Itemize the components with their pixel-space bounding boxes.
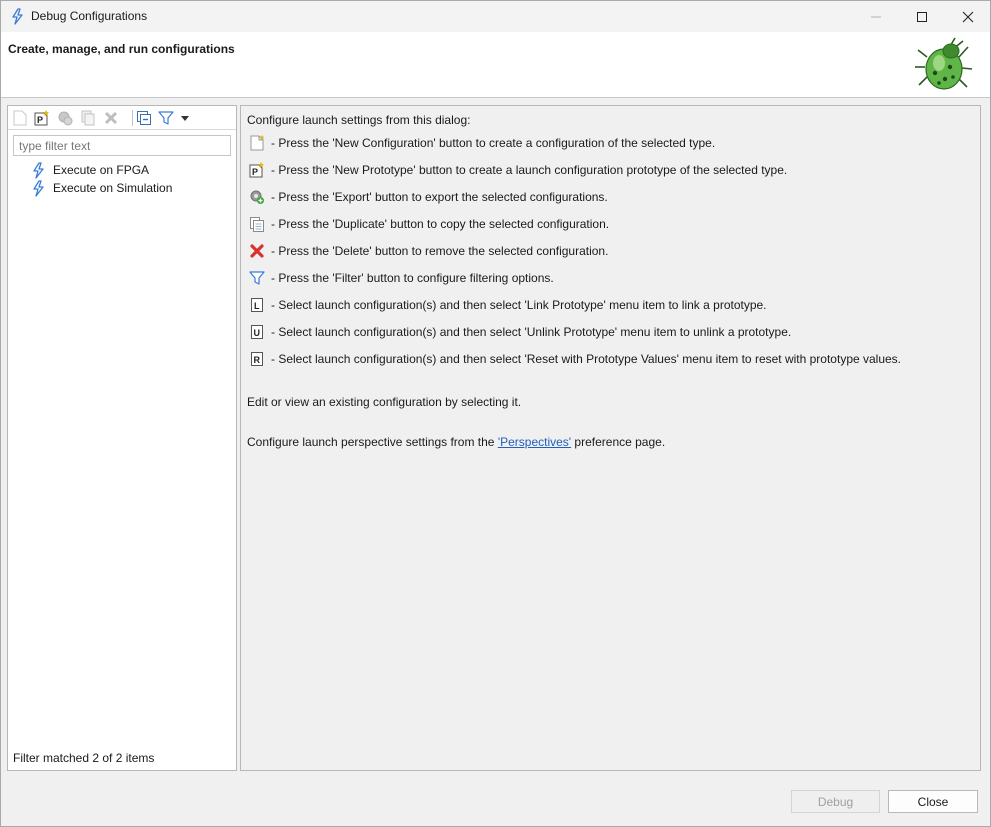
svg-text:P: P [252,167,258,177]
duplicate-icon [81,110,95,126]
maximize-icon [917,11,927,22]
configuration-tree-pane: P Execute on FPGA [7,105,237,771]
banner-title: Create, manage, and run configurations [8,42,235,56]
launch-config-icon [33,179,44,197]
filter-icon [158,111,174,125]
new-configuration-button[interactable] [11,109,29,127]
help-row-new-configuration: - Press the 'New Configuration' button t… [249,134,715,152]
edit-hint-text: Edit or view an existing configuration b… [247,395,522,409]
perspective-prefix: Configure launch perspective settings fr… [247,435,498,449]
help-text: - Press the 'Duplicate' button to copy t… [271,217,610,231]
help-text: - Select launch configuration(s) and the… [271,352,902,366]
unlink-prototype-icon: U [249,324,265,340]
help-text: - Select launch configuration(s) and the… [271,325,792,339]
help-text: - Press the 'Delete' button to remove th… [271,244,609,258]
svg-text:P: P [37,115,43,125]
help-row-export: - Press the 'Export' button to export th… [249,188,608,206]
help-row-delete: - Press the 'Delete' button to remove th… [249,242,608,260]
title-bar: Debug Configurations [1,1,990,32]
help-row-duplicate: - Press the 'Duplicate' button to copy t… [249,215,609,233]
new-prototype-icon: P [34,110,49,126]
svg-text:U: U [254,328,261,338]
dialog-banner: Create, manage, and run configurations [1,32,990,98]
svg-text:L: L [254,301,260,311]
delete-icon [104,111,118,125]
maximize-button[interactable] [899,1,945,32]
export-icon [58,111,73,126]
export-icon [249,189,265,205]
collapse-all-button[interactable] [135,109,153,127]
perspectives-link[interactable]: 'Perspectives' [498,435,571,449]
help-row-link-prototype: L - Select launch configuration(s) and t… [249,296,767,314]
window-title: Debug Configurations [31,9,148,23]
config-toolbar: P [8,106,236,130]
close-button[interactable]: Close [888,790,978,813]
help-content-pane: Configure launch settings from this dial… [240,105,981,771]
tree-item-label: Execute on FPGA [53,163,150,177]
help-row-unlink-prototype: U - Select launch configuration(s) and t… [249,323,791,341]
export-button[interactable] [56,109,74,127]
filter-button[interactable] [157,109,175,127]
delete-button[interactable] [102,109,120,127]
toolbar-separator [132,110,133,126]
help-text: - Press the 'New Prototype' button to cr… [271,163,788,177]
tree-item-label: Execute on Simulation [53,181,173,195]
help-text: - Press the 'Filter' button to configure… [271,271,554,285]
reset-prototype-icon: R [249,351,265,367]
debug-configurations-window: Debug Configurations Create, manage, and… [0,0,991,827]
close-icon [962,11,974,22]
duplicate-icon [249,216,265,232]
help-row-new-prototype: P - Press the 'New Prototype' button to … [249,161,787,179]
delete-icon [249,243,265,259]
help-text: - Press the 'Export' button to export th… [271,190,608,204]
close-window-button[interactable] [945,1,991,32]
help-text: - Press the 'New Configuration' button t… [271,136,716,150]
filter-icon [249,270,265,286]
bug-icon [915,37,973,90]
svg-text:R: R [254,355,261,365]
launch-config-icon [33,161,44,179]
minimize-icon [871,16,881,17]
help-text: - Select launch configuration(s) and the… [271,298,767,312]
debug-icon [12,8,23,25]
tree-item-execute-on-fpga[interactable]: Execute on FPGA [30,161,149,179]
new-config-icon [13,110,27,126]
new-prototype-button[interactable]: P [33,109,51,127]
link-prototype-icon: L [249,297,265,313]
filter-status: Filter matched 2 of 2 items [13,751,155,765]
new-config-icon [249,135,265,151]
intro-text: Configure launch settings from this dial… [247,113,471,127]
help-row-filter: - Press the 'Filter' button to configure… [249,269,554,287]
perspective-suffix: preference page. [571,435,666,449]
debug-button[interactable]: Debug [791,790,880,813]
duplicate-button[interactable] [79,109,97,127]
help-row-reset-prototype: R - Select launch configuration(s) and t… [249,350,901,368]
filter-input[interactable] [13,135,231,156]
collapse-all-icon [137,111,151,125]
tree-item-execute-on-simulation[interactable]: Execute on Simulation [30,179,172,197]
minimize-button[interactable] [853,1,899,32]
new-prototype-icon: P [249,162,265,178]
perspective-hint: Configure launch perspective settings fr… [247,435,665,449]
dropdown-arrow-icon [181,116,189,121]
view-menu-button[interactable] [176,109,194,127]
